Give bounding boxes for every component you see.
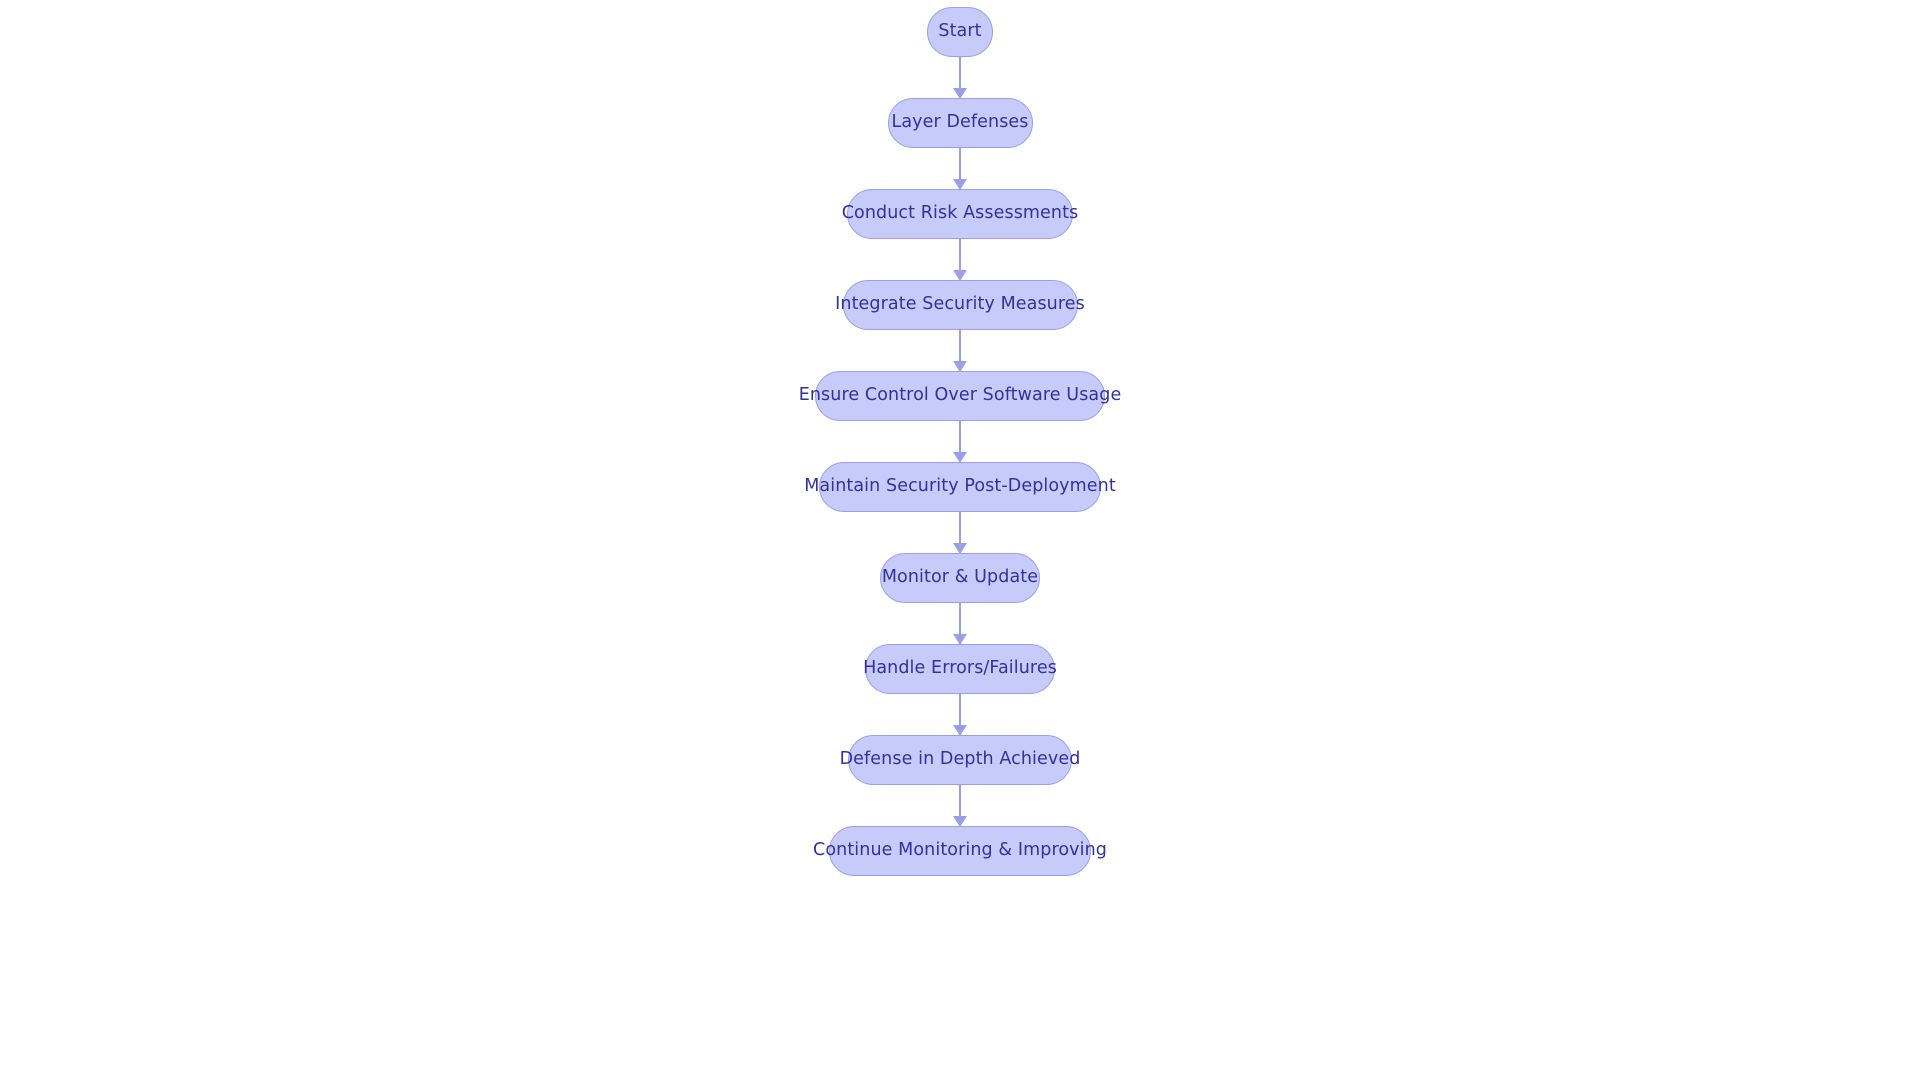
flowchart-edge-conduct-risk-assessments-to-integrate-security-measures [958,239,962,280]
flowchart-node-start[interactable]: Start [927,7,993,57]
node-label-maintain-security-post-deployment: Maintain Security Post-Deployment [804,476,1116,497]
flowchart-canvas: Start Layer Defenses Conduct Risk Assess… [0,0,1920,1080]
flowchart-node-layer-defenses[interactable]: Layer Defenses [887,98,1033,148]
flowchart-node-conduct-risk-assessments[interactable]: Conduct Risk Assessments [842,189,1078,239]
flowchart-node-ensure-control-over-software-usage[interactable]: Ensure Control Over Software Usage [799,371,1121,421]
flowchart-edge-integrate-security-measures-to-ensure-control-over-software-usage [958,330,962,371]
node-label-defense-in-depth-achieved: Defense in Depth Achieved [839,749,1081,770]
flowchart-edge-maintain-security-post-deployment-to-monitor-and-update [958,512,962,553]
node-label-monitor-and-update: Monitor & Update [881,567,1039,588]
flowchart-node-integrate-security-measures[interactable]: Integrate Security Measures [835,280,1085,330]
flowchart-edge-layer-defenses-to-conduct-risk-assessments [958,148,962,189]
node-label-continue-monitoring-and-improving: Continue Monitoring & Improving [813,840,1107,861]
node-label-integrate-security-measures: Integrate Security Measures [835,294,1085,315]
flowchart-node-monitor-and-update[interactable]: Monitor & Update [880,553,1040,603]
flowchart-edge-start-to-layer-defenses [958,57,962,98]
flowchart-edge-defense-in-depth-achieved-to-continue-monitoring-and-improving [958,785,962,826]
flowchart-node-column: Start Layer Defenses Conduct Risk Assess… [0,7,1920,876]
flowchart-edge-ensure-control-over-software-usage-to-maintain-security-post-deployment [958,421,962,462]
node-label-layer-defenses: Layer Defenses [891,112,1029,133]
node-label-ensure-control-over-software-usage: Ensure Control Over Software Usage [798,385,1122,406]
node-label-start: Start [938,21,982,42]
node-label-handle-errors-failures: Handle Errors/Failures [863,658,1057,679]
flowchart-node-maintain-security-post-deployment[interactable]: Maintain Security Post-Deployment [804,462,1116,512]
node-label-conduct-risk-assessments: Conduct Risk Assessments [841,203,1079,224]
flowchart-edge-handle-errors-failures-to-defense-in-depth-achieved [958,694,962,735]
flowchart-node-continue-monitoring-and-improving[interactable]: Continue Monitoring & Improving [813,826,1107,876]
flowchart-node-handle-errors-failures[interactable]: Handle Errors/Failures [863,644,1057,694]
flowchart-node-defense-in-depth-achieved[interactable]: Defense in Depth Achieved [840,735,1080,785]
flowchart-edge-monitor-and-update-to-handle-errors-failures [958,603,962,644]
